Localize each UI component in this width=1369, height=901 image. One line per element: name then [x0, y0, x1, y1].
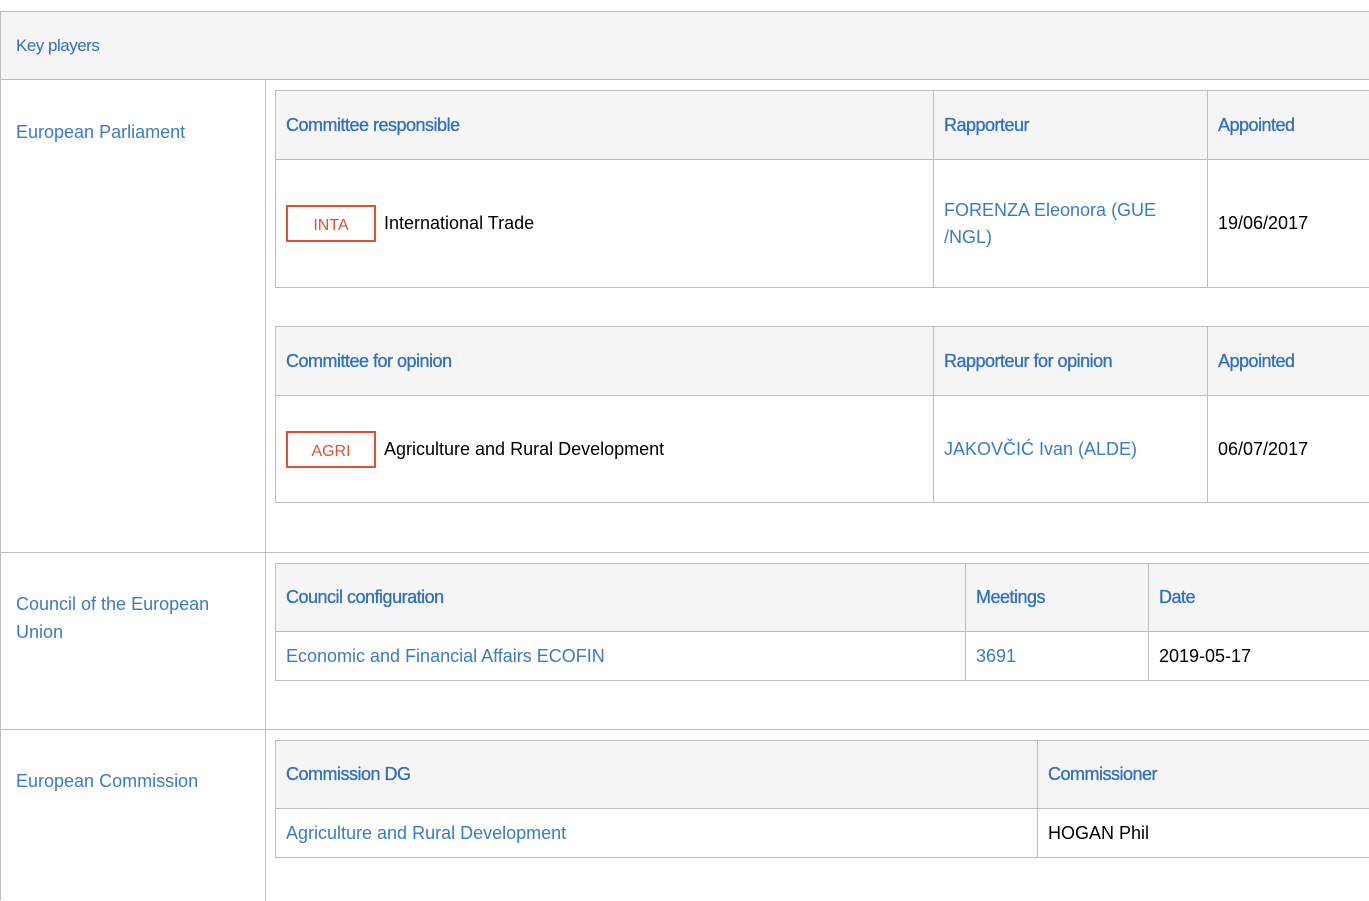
- header-meetings: Meetings: [966, 564, 1149, 632]
- header-appointed: Appointed: [1208, 327, 1369, 396]
- rapporteur-link[interactable]: FORENZA Eleonora (GUE /NGL): [944, 200, 1156, 247]
- european-commission-link[interactable]: European Commission: [16, 767, 198, 795]
- header-rapporteur-opinion: Rapporteur for opinion: [934, 327, 1208, 396]
- meeting-cell: 3691: [966, 632, 1149, 681]
- committee-name: Agriculture and Rural Development: [384, 436, 664, 463]
- appointed-date: 06/07/2017: [1208, 396, 1369, 503]
- appointed-date: 19/06/2017: [1208, 160, 1369, 288]
- panel-header: Key players: [1, 12, 1369, 80]
- committee-responsible-table: Committee responsible Rapporteur Appoint…: [275, 90, 1369, 288]
- commission-dg-link[interactable]: Agriculture and Rural Development: [286, 823, 566, 843]
- table-row: Economic and Financial Affairs ECOFIN 36…: [276, 632, 1369, 681]
- council-link[interactable]: Council of the European Union: [16, 590, 251, 646]
- header-commissioner: Commissioner: [1038, 741, 1369, 809]
- header-commission-dg: Commission DG: [276, 741, 1038, 809]
- column-divider: [265, 80, 266, 901]
- dg-cell: Agriculture and Rural Development: [276, 809, 1038, 858]
- committee-badge-inta[interactable]: INTA: [286, 205, 376, 242]
- configuration-cell: Economic and Financial Affairs ECOFIN: [276, 632, 966, 681]
- key-players-panel: Key players European Parliament Council …: [0, 11, 1369, 900]
- council-table: Council configuration Meetings Date Econ…: [275, 563, 1369, 681]
- header-rapporteur: Rapporteur: [934, 91, 1208, 160]
- row-divider: [1, 552, 1369, 553]
- commissioner-name: HOGAN Phil: [1038, 809, 1369, 858]
- committee-cell: INTA International Trade: [276, 160, 934, 288]
- panel-title: Key players: [16, 36, 99, 56]
- committee-badge-agri[interactable]: AGRI: [286, 431, 376, 468]
- rapporteur-cell: JAKOVČIĆ Ivan (ALDE): [934, 396, 1208, 503]
- committee-name: International Trade: [384, 210, 534, 237]
- committee-opinion-table: Committee for opinion Rapporteur for opi…: [275, 326, 1369, 503]
- row-divider: [1, 729, 1369, 730]
- rapporteur-cell: FORENZA Eleonora (GUE /NGL): [934, 160, 1208, 288]
- committee-cell: AGRI Agriculture and Rural Development: [276, 396, 934, 503]
- table-row: AGRI Agriculture and Rural Development J…: [276, 396, 1369, 503]
- header-date: Date: [1149, 564, 1369, 632]
- european-parliament-link[interactable]: European Parliament: [16, 118, 185, 146]
- header-appointed: Appointed: [1208, 91, 1369, 160]
- header-council-configuration: Council configuration: [276, 564, 966, 632]
- meeting-link[interactable]: 3691: [976, 646, 1016, 666]
- header-committee-responsible: Committee responsible: [276, 91, 934, 160]
- header-committee-opinion: Committee for opinion: [276, 327, 934, 396]
- rapporteur-link[interactable]: JAKOVČIĆ Ivan (ALDE): [944, 439, 1137, 459]
- table-row: INTA International Trade FORENZA Eleonor…: [276, 160, 1369, 288]
- table-row: Agriculture and Rural Development HOGAN …: [276, 809, 1369, 858]
- council-configuration-link[interactable]: Economic and Financial Affairs ECOFIN: [286, 646, 605, 666]
- meeting-date: 2019-05-17: [1149, 632, 1369, 681]
- commission-table: Commission DG Commissioner Agriculture a…: [275, 740, 1369, 858]
